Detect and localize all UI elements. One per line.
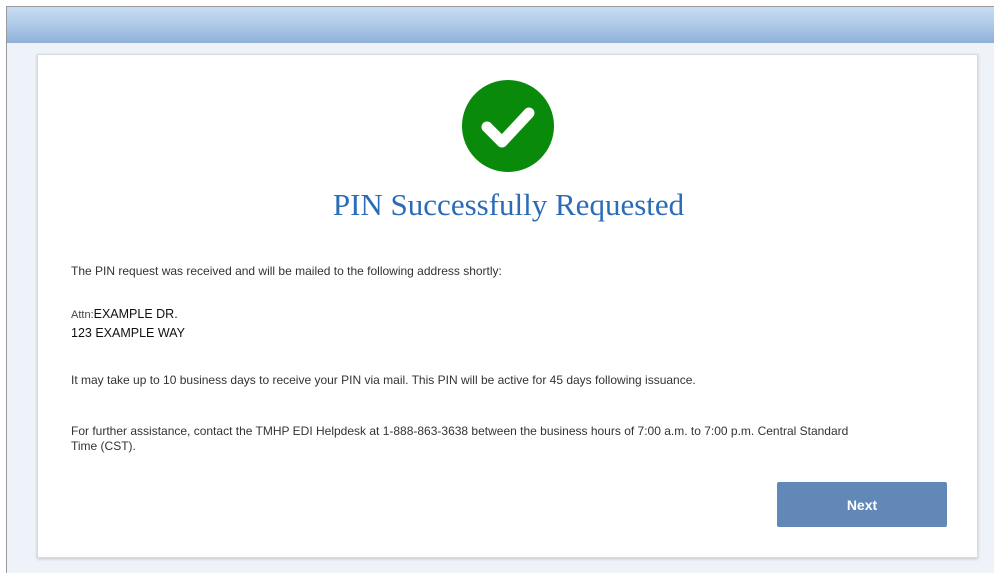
help-text-line2: Time (CST). <box>71 439 136 453</box>
notice-text: It may take up to 10 business days to re… <box>71 373 696 387</box>
attn-value: EXAMPLE DR. <box>93 307 178 321</box>
next-button[interactable]: Next <box>777 482 947 527</box>
address-street-line: 123 EXAMPLE WAY <box>71 326 185 340</box>
help-text-line1: For further assistance, contact the TMHP… <box>71 424 849 438</box>
checkmark-icon <box>481 107 535 148</box>
address-attn-line: Attn:EXAMPLE DR. <box>71 306 178 323</box>
page-title: PIN Successfully Requested <box>332 187 685 222</box>
header-bar <box>7 7 994 43</box>
intro-text: The PIN request was received and will be… <box>71 264 502 278</box>
check-circle-icon <box>462 80 554 172</box>
attn-label: Attn: <box>71 309 94 321</box>
confirmation-card: PIN Successfully Requested The PIN reque… <box>37 54 978 558</box>
browser-frame: PIN Successfully Requested The PIN reque… <box>0 0 994 573</box>
